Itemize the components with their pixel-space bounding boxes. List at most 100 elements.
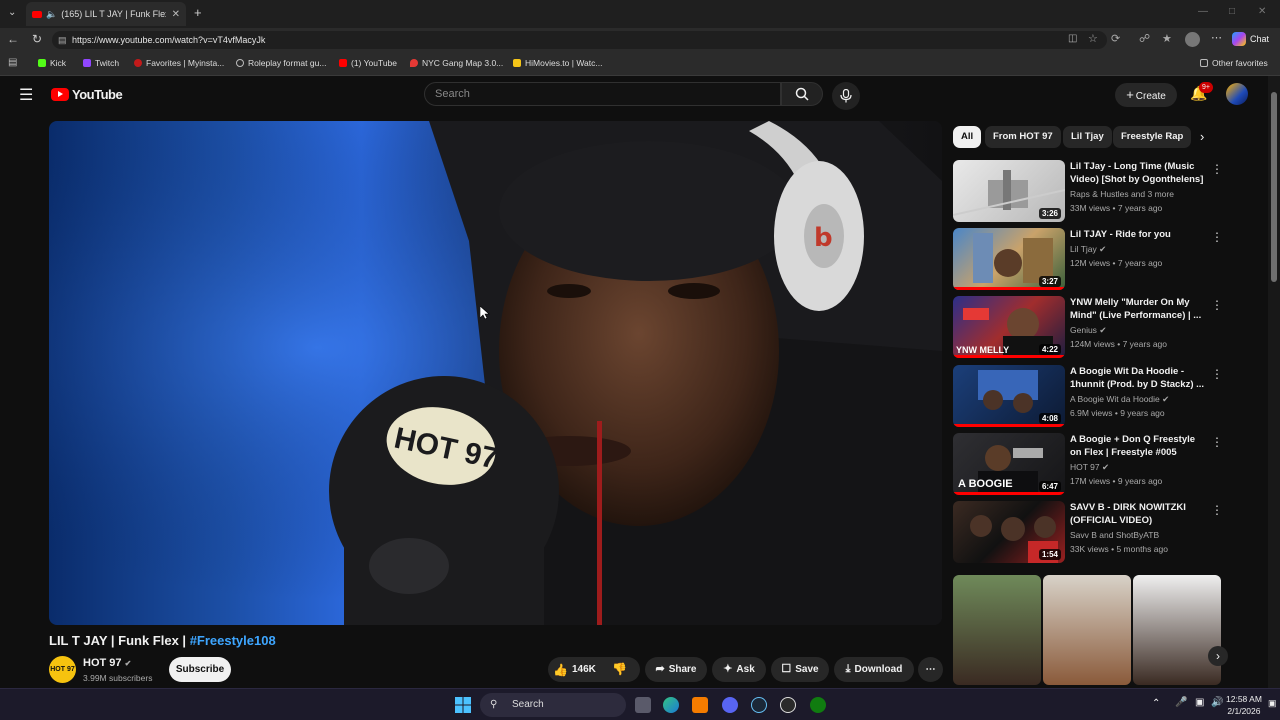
hamburger-menu-icon[interactable]: ☰	[19, 85, 33, 105]
extensions-icon[interactable]: ⟳	[1111, 32, 1120, 45]
video-thumbnail[interactable]: 4:08	[953, 365, 1065, 427]
more-vertical-icon[interactable]: ⋮	[1211, 298, 1223, 312]
bookmark-youtube[interactable]: (1) YouTube	[339, 58, 397, 68]
video-player[interactable]: b HOT 97	[49, 121, 942, 625]
create-button[interactable]: + Create	[1115, 83, 1177, 107]
edge-icon[interactable]	[663, 697, 679, 713]
system-clock[interactable]: 12:58 AM 2/1/2026	[1226, 693, 1262, 717]
channel-name[interactable]: Lil Tjay ✔	[1070, 244, 1106, 255]
speaker-icon[interactable]: 🔈	[46, 9, 57, 20]
bookmark-kick[interactable]: Kick	[38, 58, 66, 68]
channel-name[interactable]: Raps & Hustles and 3 more	[1070, 189, 1174, 199]
windows-start-icon[interactable]	[455, 697, 471, 713]
video-thumbnail[interactable]: 1:54	[953, 501, 1065, 563]
more-vertical-icon[interactable]: ⋮	[1211, 367, 1223, 381]
video-title[interactable]: Lil TJay - Long Time (Music Video) [Shot…	[1070, 160, 1205, 186]
volume-icon[interactable]: 🔊	[1211, 697, 1223, 708]
bookmark-nyc-gang-map[interactable]: NYC Gang Map 3.0...	[410, 58, 503, 68]
more-vertical-icon[interactable]: ⋮	[1211, 435, 1223, 449]
video-thumbnail[interactable]: YNW MELLY 4:22	[953, 296, 1065, 358]
video-title[interactable]: Lil TJAY - Ride for you	[1070, 228, 1205, 241]
bookmark-himovies[interactable]: HiMovies.to | Watc...	[513, 58, 602, 68]
tray-mic-icon[interactable]: 🎤	[1175, 697, 1187, 708]
more-vertical-icon[interactable]: ⋮	[1211, 230, 1223, 244]
channel-name[interactable]: HOT 97 ✔	[1070, 462, 1109, 473]
collections-icon[interactable]: ☍	[1139, 32, 1150, 45]
chip-all[interactable]: All	[953, 126, 982, 148]
more-actions-button[interactable]: ⋯	[918, 657, 943, 682]
recommendation-item[interactable]: A BOOGIE 6:47 A Boogie + Don Q Freestyle…	[953, 433, 1253, 495]
maximize-icon[interactable]: □	[1229, 6, 1235, 17]
site-info-icon[interactable]: ▤	[58, 31, 67, 49]
hashtag-link[interactable]: #Freestyle108	[190, 633, 276, 648]
video-title[interactable]: A Boogie Wit Da Hoodie - 1hunnit (Prod. …	[1070, 365, 1205, 391]
channel-name[interactable]: Savv B and ShotByATB	[1070, 530, 1159, 540]
minimize-icon[interactable]: —	[1198, 6, 1208, 17]
channel-name[interactable]: A Boogie Wit da Hoodie ✔	[1070, 394, 1169, 405]
shorts-next-icon[interactable]: ›	[1208, 646, 1228, 666]
shorts-thumbnail[interactable]	[1043, 575, 1131, 685]
share-button[interactable]: ➦ Share	[645, 657, 707, 682]
close-window-icon[interactable]: ✕	[1258, 6, 1266, 17]
steam-icon[interactable]	[751, 697, 767, 713]
like-button[interactable]: 👍 146K	[553, 657, 596, 682]
chatgpt-icon[interactable]	[780, 697, 796, 713]
scrollbar-thumb[interactable]	[1271, 92, 1277, 282]
notifications-button[interactable]: 🔔 9+	[1190, 82, 1213, 107]
browser-tab-active[interactable]: 🔈 (165) LIL T JAY | Funk Flex | #F ✕	[26, 2, 186, 26]
more-vertical-icon[interactable]: ⋮	[1211, 503, 1223, 517]
recommendation-item[interactable]: 3:26 Lil TJay - Long Time (Music Video) …	[953, 160, 1253, 222]
video-thumbnail[interactable]: A BOOGIE 6:47	[953, 433, 1065, 495]
tab-actions-icon[interactable]: ⌄	[8, 7, 16, 18]
profile-avatar[interactable]	[1185, 32, 1200, 47]
bookmark-myinsta[interactable]: Favorites | Myinsta...	[134, 58, 224, 68]
voice-search-button[interactable]	[832, 82, 860, 110]
back-icon[interactable]: ←	[7, 32, 19, 46]
video-thumbnail[interactable]: 3:26	[953, 160, 1065, 222]
search-button[interactable]	[781, 82, 823, 106]
subscribe-button[interactable]: Subscribe	[169, 657, 231, 682]
download-button[interactable]: ⤓ Download	[834, 657, 914, 682]
network-icon[interactable]: ▣	[1195, 697, 1204, 708]
taskbar-search-input[interactable]: ⚲ Search	[480, 693, 626, 717]
bookmark-twitch[interactable]: Twitch	[83, 58, 119, 68]
recommendation-item[interactable]: 4:08 A Boogie Wit Da Hoodie - 1hunnit (P…	[953, 365, 1253, 427]
video-title[interactable]: YNW Melly "Murder On My Mind" (Live Perf…	[1070, 296, 1205, 322]
page-scrollbar[interactable]	[1268, 76, 1280, 688]
favorites-icon[interactable]: ★	[1162, 32, 1172, 45]
recommendation-item[interactable]: 3:27 Lil TJAY - Ride for you Lil Tjay ✔ …	[953, 228, 1253, 290]
shorts-thumbnail[interactable]	[953, 575, 1041, 685]
new-tab-icon[interactable]: +	[194, 5, 202, 20]
task-view-icon[interactable]	[635, 697, 651, 713]
url-field[interactable]: ▤ https://www.youtube.com/watch?v=vT4vfM…	[52, 31, 1107, 49]
recommendation-item[interactable]: 1:54 SAVV B - DIRK NOWITZKI (OFFICIAL VI…	[953, 501, 1253, 563]
more-vertical-icon[interactable]: ⋮	[1211, 162, 1223, 176]
recommendation-item[interactable]: YNW MELLY 4:22 YNW Melly "Murder On My M…	[953, 296, 1253, 358]
video-title[interactable]: SAVV B - DIRK NOWITZKI (OFFICIAL VIDEO)	[1070, 501, 1205, 527]
xbox-icon[interactable]	[810, 697, 826, 713]
close-tab-icon[interactable]: ✕	[172, 9, 180, 20]
chip-from-hot97[interactable]: From HOT 97	[985, 126, 1061, 148]
dislike-button[interactable]: 👎	[612, 657, 627, 682]
account-avatar[interactable]	[1226, 83, 1248, 105]
youtube-logo[interactable]: YouTube	[51, 87, 123, 102]
channel-name[interactable]: Genius ✔	[1070, 325, 1106, 336]
refresh-icon[interactable]: ↻	[32, 32, 42, 46]
favorite-star-icon[interactable]: ☆	[1088, 32, 1098, 45]
sidebar-toggle-icon[interactable]: ▤	[8, 57, 17, 68]
tray-chevron-icon[interactable]: ⌃	[1152, 698, 1160, 709]
save-button[interactable]: ☐ Save	[771, 657, 829, 682]
channel-avatar[interactable]: HOT 97	[49, 656, 76, 683]
notification-center-icon[interactable]: ▣	[1268, 698, 1277, 709]
other-favorites[interactable]: Other favorites	[1200, 58, 1268, 68]
chip-freestyle-rap[interactable]: Freestyle Rap	[1113, 126, 1192, 148]
more-menu-icon[interactable]: ⋯	[1211, 31, 1222, 44]
discord-icon[interactable]	[722, 697, 738, 713]
copilot-chat-button[interactable]: Chat	[1232, 32, 1269, 46]
video-title[interactable]: A Boogie + Don Q Freestyle on Flex | Fre…	[1070, 433, 1205, 459]
chip-lil-tjay[interactable]: Lil Tjay	[1063, 126, 1112, 148]
ask-button[interactable]: ✦ Ask	[712, 657, 766, 682]
chips-next-icon[interactable]: ›	[1200, 129, 1204, 144]
channel-name[interactable]: HOT 97 ✔	[83, 657, 131, 669]
split-screen-icon[interactable]: ◫	[1068, 33, 1077, 44]
